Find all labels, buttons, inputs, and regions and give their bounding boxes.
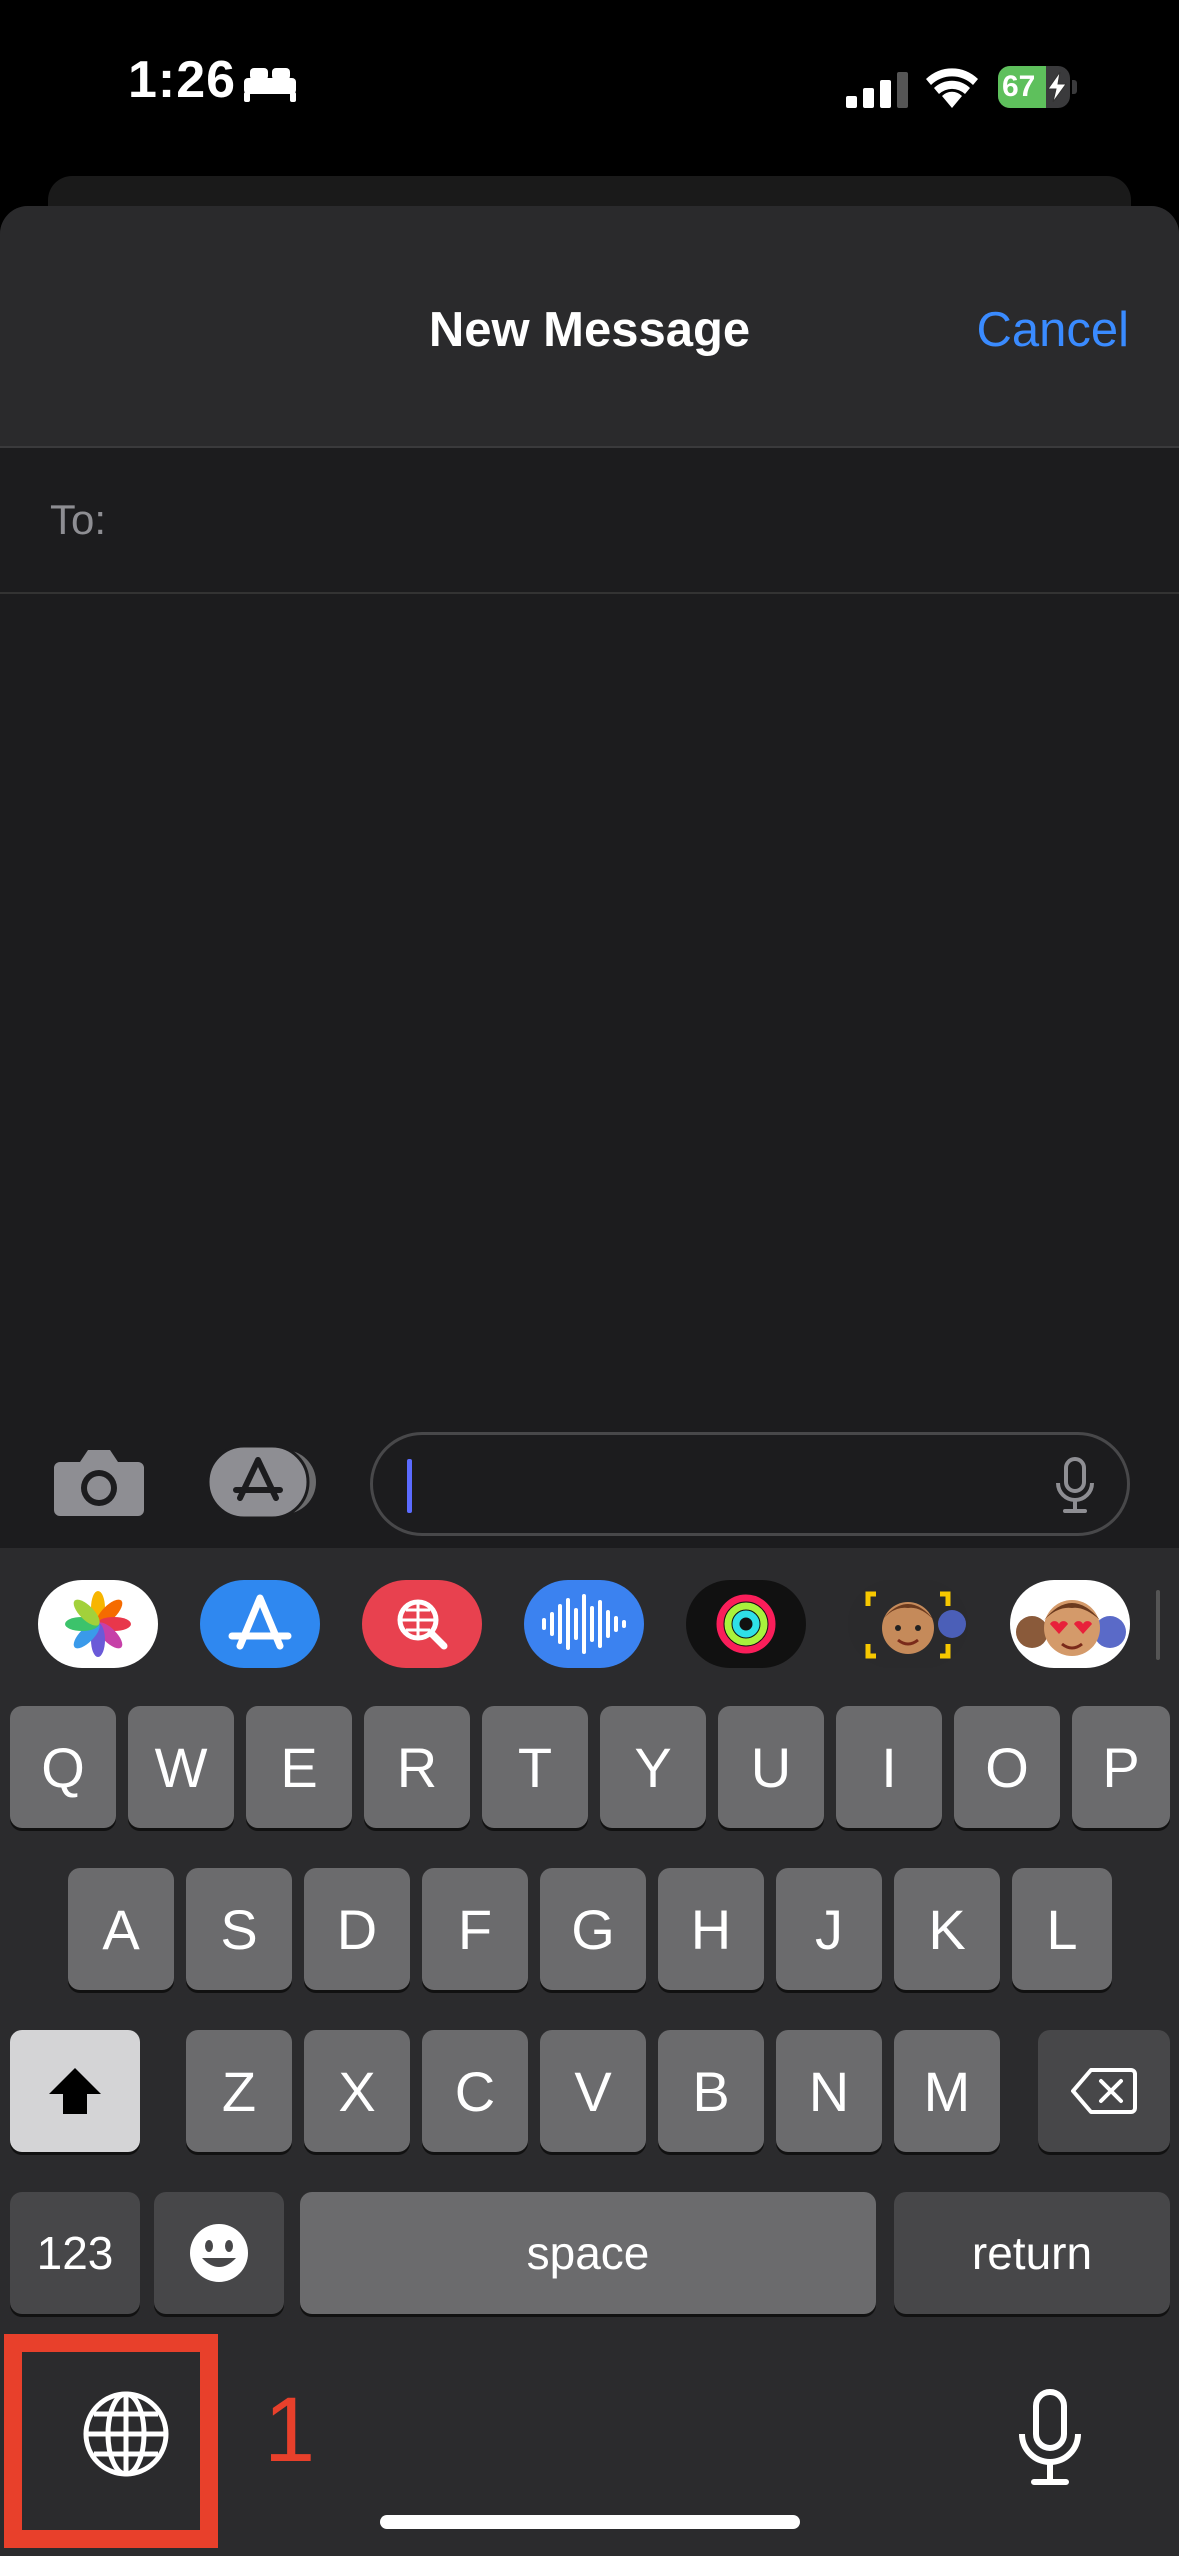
emoji-key[interactable] xyxy=(154,2192,284,2314)
memoji-stickers-app-icon[interactable] xyxy=(1010,1580,1130,1668)
dictation-microphone-icon[interactable] xyxy=(1014,2388,1086,2488)
key-u[interactable]: U xyxy=(718,1706,824,1828)
key-m[interactable]: M xyxy=(894,2030,1000,2152)
web-image-search-app-icon[interactable] xyxy=(362,1580,482,1668)
cellular-signal-icon xyxy=(846,72,908,108)
key-s[interactable]: S xyxy=(186,1868,292,1990)
key-d[interactable]: D xyxy=(304,1868,410,1990)
key-v[interactable]: V xyxy=(540,2030,646,2152)
app-store-icon[interactable] xyxy=(208,1446,318,1518)
key-o[interactable]: O xyxy=(954,1706,1060,1828)
to-row: To: xyxy=(0,448,1179,594)
divider xyxy=(0,592,1179,594)
key-j[interactable]: J xyxy=(776,1868,882,1990)
message-input[interactable] xyxy=(370,1432,1130,1536)
key-r[interactable]: R xyxy=(364,1706,470,1828)
battery-charging-icon: 67 xyxy=(998,66,1078,108)
key-b[interactable]: B xyxy=(658,2030,764,2152)
key-e[interactable]: E xyxy=(246,1706,352,1828)
key-n[interactable]: N xyxy=(776,2030,882,2152)
globe-icon[interactable] xyxy=(80,2388,172,2480)
audio-message-app-icon[interactable] xyxy=(524,1580,644,1668)
key-k[interactable]: K xyxy=(894,1868,1000,1990)
recipient-field[interactable] xyxy=(130,478,1130,558)
key-q[interactable]: Q xyxy=(10,1706,116,1828)
delete-key[interactable] xyxy=(1038,2030,1170,2152)
key-c[interactable]: C xyxy=(422,2030,528,2152)
strip-divider xyxy=(1156,1590,1160,1660)
bolt-icon xyxy=(1047,72,1067,102)
wifi-icon xyxy=(926,68,978,108)
app-strip xyxy=(0,1548,1179,1698)
status-bar: 1:26 67 xyxy=(0,0,1179,175)
key-p[interactable]: P xyxy=(1072,1706,1170,1828)
emoji-icon xyxy=(190,2224,248,2282)
text-caret xyxy=(407,1459,412,1513)
key-a[interactable]: A xyxy=(68,1868,174,1990)
memoji-app-icon[interactable] xyxy=(848,1580,968,1668)
shift-key[interactable] xyxy=(10,2030,140,2152)
key-h[interactable]: H xyxy=(658,1868,764,1990)
battery-percent: 67 xyxy=(1002,70,1036,103)
return-key[interactable]: return xyxy=(894,2192,1170,2314)
app-store-app-icon[interactable] xyxy=(200,1580,320,1668)
space-key[interactable]: space xyxy=(300,2192,876,2314)
key-i[interactable]: I xyxy=(836,1706,942,1828)
key-t[interactable]: T xyxy=(482,1706,588,1828)
key-y[interactable]: Y xyxy=(600,1706,706,1828)
to-label: To: xyxy=(50,496,107,543)
annotation-number: 1 xyxy=(264,2379,316,2481)
home-indicator xyxy=(380,2515,800,2529)
key-g[interactable]: G xyxy=(540,1868,646,1990)
sleep-icon xyxy=(244,68,296,102)
cancel-button[interactable]: Cancel xyxy=(976,302,1129,358)
activity-app-icon[interactable] xyxy=(686,1580,806,1668)
status-time: 1:26 xyxy=(128,51,237,109)
key-f[interactable]: F xyxy=(422,1868,528,1990)
shift-icon xyxy=(49,2068,101,2114)
key-l[interactable]: L xyxy=(1012,1868,1112,1990)
photos-app-icon[interactable] xyxy=(38,1580,158,1668)
backspace-icon xyxy=(1071,2068,1137,2114)
nav-bar: New Message Cancel xyxy=(0,206,1179,446)
numbers-key[interactable]: 123 xyxy=(10,2192,140,2314)
key-x[interactable]: X xyxy=(304,2030,410,2152)
camera-icon[interactable] xyxy=(52,1446,146,1518)
microphone-icon[interactable] xyxy=(1055,1457,1095,1515)
key-z[interactable]: Z xyxy=(186,2030,292,2152)
key-w[interactable]: W xyxy=(128,1706,234,1828)
